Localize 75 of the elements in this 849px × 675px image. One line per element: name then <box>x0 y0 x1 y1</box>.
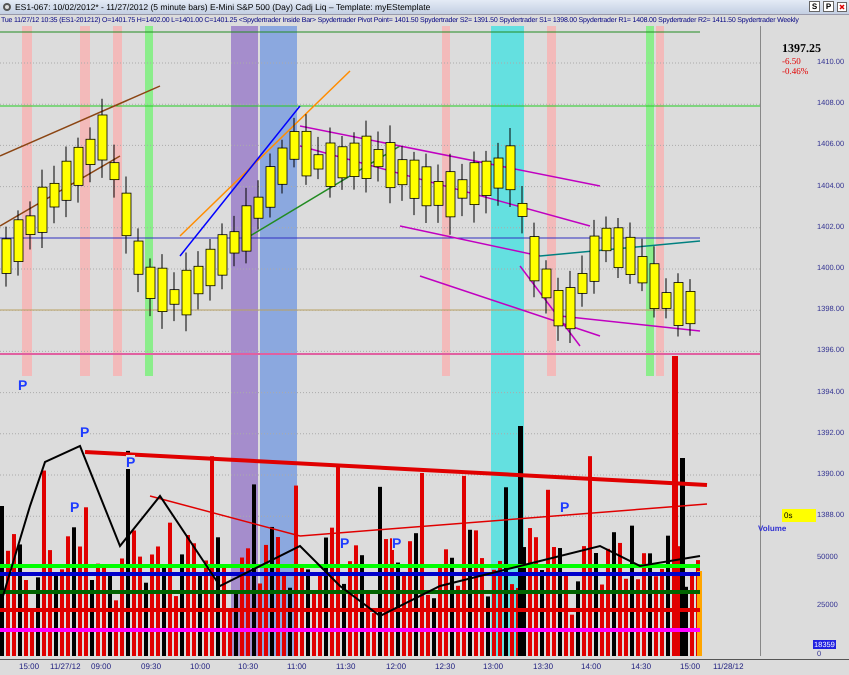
candlestick <box>254 180 264 230</box>
axis-label: 15:00 <box>680 662 700 672</box>
candlestick <box>134 228 144 293</box>
candlestick <box>542 260 552 314</box>
timer-box: 0s <box>782 508 816 522</box>
candlestick <box>578 254 588 308</box>
candlestick <box>458 163 468 217</box>
last-price: 1397.25 <box>782 40 821 56</box>
pivot-marker: P <box>340 536 350 550</box>
candlestick <box>494 142 504 206</box>
candlestick <box>86 126 96 183</box>
axis-label: 11:00 <box>287 662 306 672</box>
pivot-marker: P <box>80 424 90 439</box>
axis-label: 14:30 <box>631 662 652 672</box>
candlestick <box>206 238 216 302</box>
candlestick <box>278 139 288 194</box>
candlestick <box>14 210 24 276</box>
pivot-marker: P <box>18 378 28 392</box>
candlestick <box>50 165 60 224</box>
volume-label: Volume <box>758 524 786 533</box>
candlestick <box>374 131 384 182</box>
candlestick <box>686 278 696 336</box>
candlestick <box>482 150 492 214</box>
candlestick <box>74 137 84 204</box>
axis-label: 09:30 <box>141 662 162 672</box>
candlestick <box>554 277 564 342</box>
candlestick <box>638 238 648 292</box>
pivot-marker: P <box>392 536 402 550</box>
candlestick <box>398 146 408 202</box>
candlestick <box>218 222 228 290</box>
toolbar-button[interactable]: P <box>823 1 834 12</box>
axis-label: 12:30 <box>435 662 456 672</box>
axis-label: 09:00 <box>91 662 112 672</box>
pivot-marker: P <box>70 500 80 514</box>
candlestick <box>674 272 684 337</box>
candlestick <box>326 127 336 198</box>
candlestick <box>518 186 528 234</box>
toolbar-button[interactable]: S <box>809 1 820 12</box>
candlestick <box>2 226 12 288</box>
percent-change: -0.46% <box>782 66 808 76</box>
pivot-marker: P <box>126 454 136 469</box>
candlestick <box>338 136 348 190</box>
candlestick <box>302 114 312 186</box>
candlestick <box>434 164 444 224</box>
axis-label: 11/27/12 <box>50 662 81 672</box>
candlestick <box>170 272 180 322</box>
candlestick <box>614 217 624 278</box>
candlestick <box>26 200 36 250</box>
candlestick <box>146 258 156 317</box>
axis-label: 10:00 <box>190 662 210 672</box>
axis-label: 11:30 <box>336 662 356 672</box>
pivot-marker: P <box>560 500 570 514</box>
candlestick <box>314 136 324 180</box>
window-title: ES1-067: 10/02/2012* - 11/27/2012 (5 minute bars) E-Mini S&P 500 (Day) Cadj Liq – Template: myEStemplate <box>15 2 432 12</box>
candlestick <box>626 222 636 284</box>
candlestick <box>194 250 204 310</box>
chart-icon <box>2 2 12 12</box>
candlestick <box>662 278 672 319</box>
candlestick <box>422 153 432 224</box>
candlestick <box>230 215 240 267</box>
candlestick <box>266 153 276 218</box>
axis-label: 12:00 <box>386 662 406 672</box>
candlestick <box>602 216 612 263</box>
candlestick <box>290 117 300 168</box>
axis-label: 14:00 <box>581 662 602 672</box>
axis-label: 13:00 <box>483 662 504 672</box>
axis-label: 13:30 <box>533 662 554 672</box>
axis-label: 15:00 <box>19 662 40 672</box>
close-icon[interactable] <box>837 2 847 12</box>
candlestick <box>350 132 360 190</box>
price-change: -6.50 <box>782 56 801 66</box>
axis-label: 11/28/12 <box>713 662 744 672</box>
candlestick <box>410 151 420 216</box>
axis-label: 10:30 <box>238 662 258 672</box>
candlestick <box>110 144 120 198</box>
